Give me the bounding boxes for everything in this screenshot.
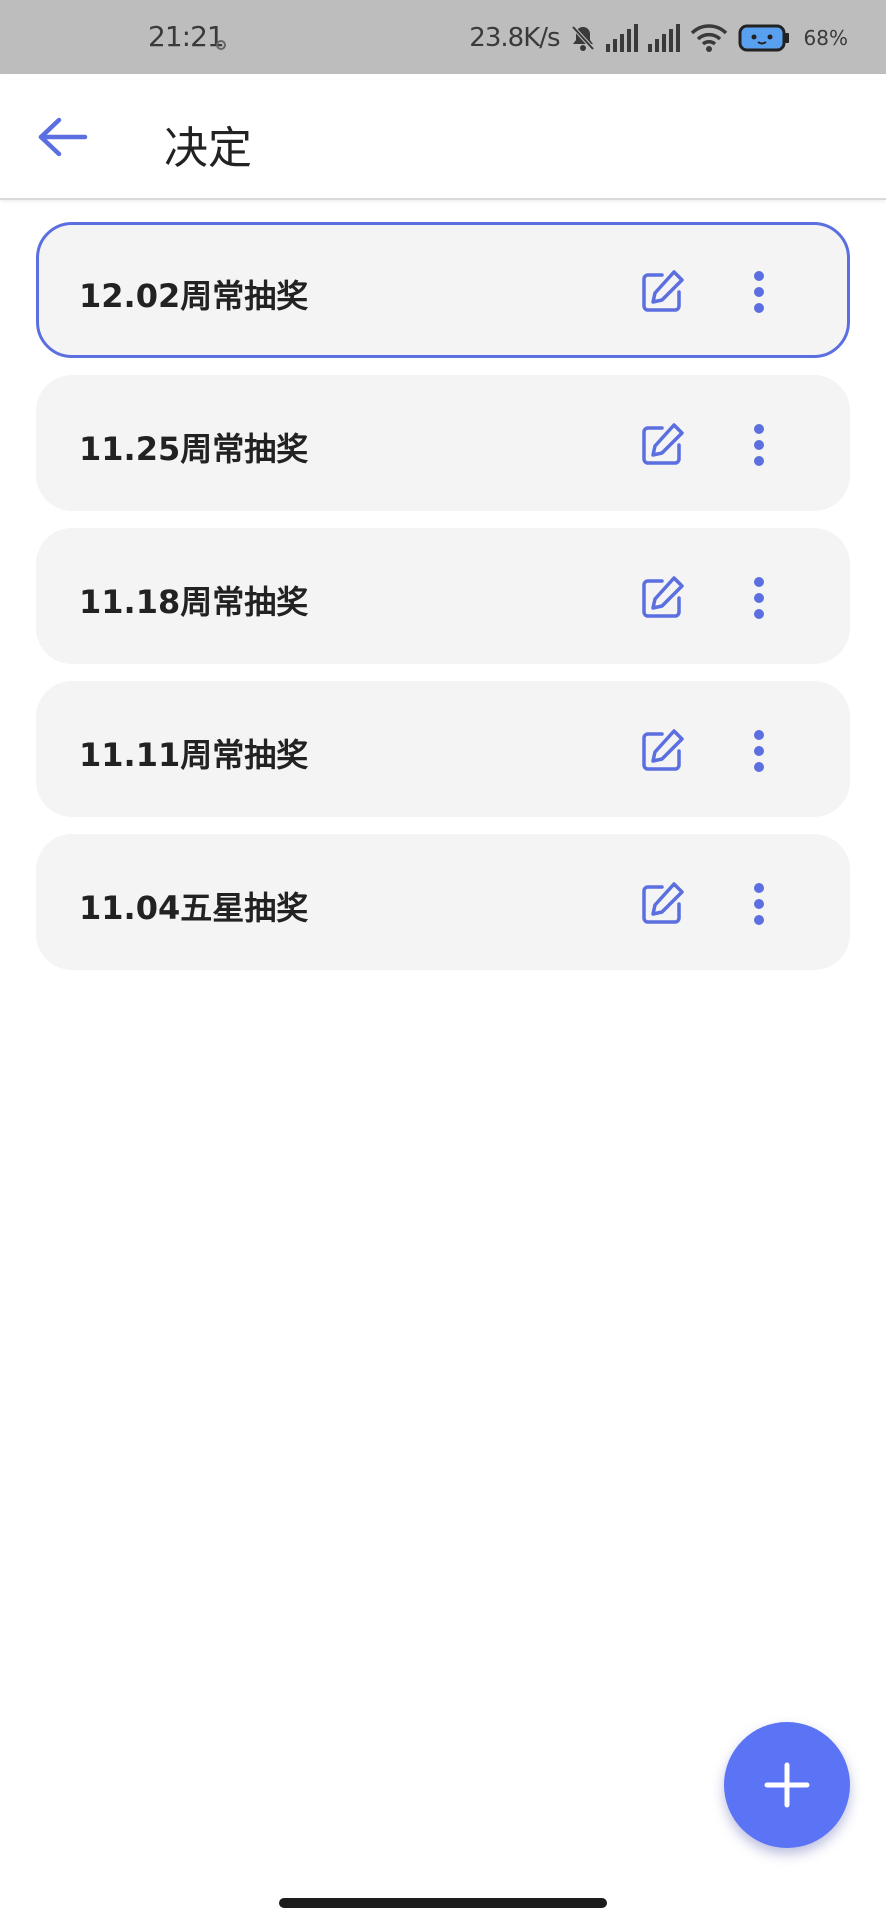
- signal-1-icon: [605, 24, 638, 52]
- back-button[interactable]: [34, 108, 92, 166]
- more-button[interactable]: [735, 265, 783, 319]
- edit-icon: [642, 423, 684, 465]
- list-item-title: 12.02周常抽奖: [79, 277, 309, 315]
- wifi-icon: [690, 24, 727, 52]
- list-item-title: 11.04五星抽奖: [79, 889, 309, 927]
- list-item-title: 11.11周常抽奖: [79, 736, 309, 774]
- more-vertical-icon: [754, 271, 764, 313]
- status-right: 23.8K/s 68%: [469, 18, 848, 58]
- edit-button[interactable]: [635, 877, 689, 931]
- list-item-title: 11.18周常抽奖: [79, 583, 309, 621]
- list-item[interactable]: 11.18周常抽奖: [36, 528, 850, 664]
- more-vertical-icon: [754, 577, 764, 619]
- list-item[interactable]: 12.02周常抽奖: [36, 222, 850, 358]
- page-title: 决定: [164, 123, 252, 174]
- home-indicator[interactable]: [279, 1898, 607, 1908]
- edit-button[interactable]: [635, 724, 689, 778]
- more-button[interactable]: [735, 724, 783, 778]
- edit-button[interactable]: [635, 265, 689, 319]
- edit-icon: [642, 576, 684, 618]
- edit-icon: [642, 729, 684, 771]
- more-vertical-icon: [754, 730, 764, 772]
- battery-icon: [738, 24, 789, 52]
- more-vertical-icon: [754, 424, 764, 466]
- edit-icon: [642, 882, 684, 924]
- edit-button[interactable]: [635, 571, 689, 625]
- more-button[interactable]: [735, 418, 783, 472]
- more-vertical-icon: [754, 883, 764, 925]
- more-button[interactable]: [735, 877, 783, 931]
- list-item[interactable]: 11.25周常抽奖: [36, 375, 850, 511]
- plus-icon: [764, 1762, 810, 1808]
- notification-dot-icon: [216, 40, 226, 50]
- signal-2-icon: [647, 24, 680, 52]
- add-button[interactable]: [724, 1722, 850, 1848]
- net-speed: 23.8K/s: [469, 23, 560, 53]
- status-time: 21:21: [148, 20, 225, 53]
- bell-off-icon: [571, 25, 595, 51]
- app-bar: 决定: [0, 74, 886, 200]
- list-item[interactable]: 11.11周常抽奖: [36, 681, 850, 817]
- decision-list: 12.02周常抽奖 11.25周常抽奖 11.18周常抽奖 11.11周常抽奖 11.0…: [36, 222, 850, 987]
- more-button[interactable]: [735, 571, 783, 625]
- arrow-left-icon: [38, 117, 88, 157]
- list-item-title: 11.25周常抽奖: [79, 430, 309, 468]
- battery-percent: 68%: [803, 26, 848, 50]
- list-item[interactable]: 11.04五星抽奖: [36, 834, 850, 970]
- edit-button[interactable]: [635, 418, 689, 472]
- status-bar: 21:21 23.8K/s 68%: [0, 0, 886, 74]
- edit-icon: [642, 270, 684, 312]
